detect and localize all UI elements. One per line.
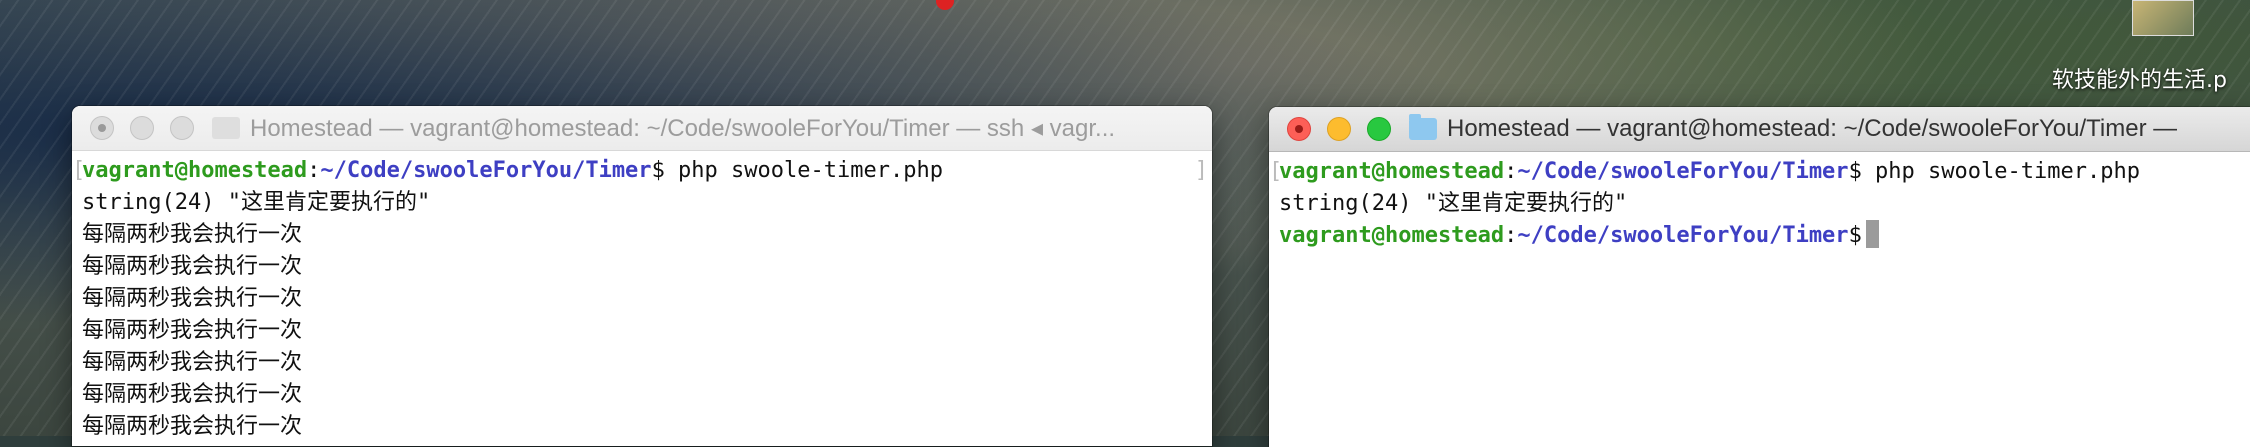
titlebar[interactable]: Homestead — vagrant@homestead: ~/Code/sw… bbox=[72, 106, 1212, 151]
output-line: 每隔两秒我会执行一次 bbox=[82, 350, 303, 375]
prompt-user: vagrant@homestead bbox=[82, 158, 308, 183]
desktop-file-label[interactable]: 软技能外的生活.p bbox=[2052, 62, 2227, 94]
prompt-path: ~/Code/swooleForYou/Timer bbox=[320, 158, 652, 183]
terminal-window-right[interactable]: Homestead — vagrant@homestead: ~/Code/sw… bbox=[1269, 107, 2250, 447]
output-line: 每隔两秒我会执行一次 bbox=[82, 318, 303, 343]
output-line: 每隔两秒我会执行一次 bbox=[82, 382, 303, 407]
prompt-line: vagrant@homestead:~/Code/swooleForYou/Ti… bbox=[82, 155, 1212, 187]
folder-icon bbox=[1409, 114, 1437, 140]
command-text: $ php swoole-timer.php bbox=[1848, 159, 2140, 184]
window-title: Homestead — vagrant@homestead: ~/Code/sw… bbox=[1447, 115, 2178, 142]
prompt-path: ~/Code/swooleForYou/Timer bbox=[1517, 159, 1849, 184]
zoom-button[interactable] bbox=[1367, 117, 1391, 141]
terminal-window-left[interactable]: Homestead — vagrant@homestead: ~/Code/sw… bbox=[72, 106, 1212, 446]
prompt-path: ~/Code/swooleForYou/Timer bbox=[1517, 223, 1849, 248]
selection-bracket-right: ] bbox=[1194, 158, 1208, 183]
selection-bracket-left: [ bbox=[72, 158, 86, 183]
window-title: Homestead — vagrant@homestead: ~/Code/sw… bbox=[250, 114, 1116, 142]
prompt-separator: : bbox=[1504, 159, 1518, 184]
text-cursor bbox=[1865, 220, 1879, 248]
prompt-user: vagrant@homestead bbox=[1279, 159, 1505, 184]
selection-bracket-left: [ bbox=[1269, 159, 1283, 184]
titlebar[interactable]: Homestead — vagrant@homestead: ~/Code/sw… bbox=[1269, 107, 2250, 152]
output-line: 每隔两秒我会执行一次 bbox=[82, 414, 303, 439]
minimize-button[interactable] bbox=[1327, 117, 1351, 141]
prompt-line: vagrant@homestead:~/Code/swooleForYou/Ti… bbox=[1279, 156, 2250, 188]
prompt-user: vagrant@homestead bbox=[1279, 223, 1505, 248]
folder-icon bbox=[212, 117, 240, 139]
close-button[interactable] bbox=[1287, 117, 1311, 141]
output-line: 每隔两秒我会执行一次 bbox=[82, 254, 303, 279]
zoom-button[interactable] bbox=[170, 116, 194, 140]
desktop-file-icon[interactable] bbox=[2132, 0, 2194, 36]
prompt-separator: : bbox=[1504, 223, 1518, 248]
command-text: $ php swoole-timer.php bbox=[651, 158, 943, 183]
close-button[interactable] bbox=[90, 116, 114, 140]
window-controls bbox=[1287, 117, 1391, 141]
terminal-content[interactable]: [vagrant@homestead:~/Code/swooleForYou/T… bbox=[1269, 152, 2250, 252]
output-line: 每隔两秒我会执行一次 bbox=[82, 222, 303, 247]
output-line: 每隔两秒我会执行一次 bbox=[82, 286, 303, 311]
output-line: string(24) "这里肯定要执行的" bbox=[82, 190, 431, 215]
window-controls bbox=[90, 116, 194, 140]
minimize-button[interactable] bbox=[130, 116, 154, 140]
terminal-content[interactable]: [] vagrant@homestead:~/Code/swooleForYou/… bbox=[72, 151, 1212, 443]
output-line: string(24) "这里肯定要执行的" bbox=[1279, 191, 1628, 216]
prompt-separator: : bbox=[307, 158, 321, 183]
prompt-line-active[interactable]: vagrant@homestead:~/Code/swooleForYou/Ti… bbox=[1279, 220, 2250, 252]
prompt-suffix: $ bbox=[1848, 223, 1862, 248]
